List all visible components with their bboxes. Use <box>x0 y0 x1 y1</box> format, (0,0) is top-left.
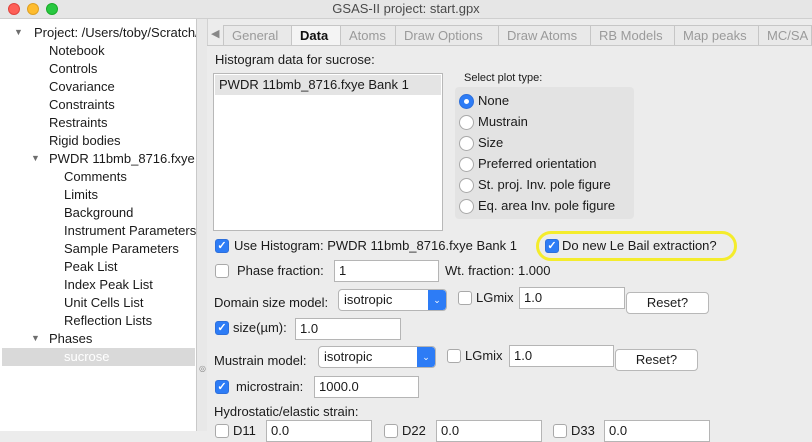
domain-size-model-value: isotropic <box>344 292 393 307</box>
expand-triangle-icon[interactable]: ▼ <box>31 153 40 163</box>
splitter-grip-icon: ◎ <box>199 364 206 373</box>
tree-item-restraints[interactable]: Restraints <box>49 114 108 132</box>
tree-item-covariance[interactable]: Covariance <box>49 78 115 96</box>
mustrain-lgmix-input[interactable]: 1.0 <box>509 345 614 367</box>
expand-triangle-icon[interactable]: ▼ <box>14 27 23 37</box>
tab-mc-sa[interactable]: MC/SA <box>758 25 812 45</box>
title-bar: GSAS-II project: start.gpx <box>0 0 812 19</box>
d11-checkbox[interactable] <box>215 424 229 438</box>
use-histogram-label[interactable]: Use Histogram: PWDR 11bmb_8716.fxye Bank… <box>234 238 534 253</box>
radio-st-proj-pole-figure-label[interactable]: St. proj. Inv. pole figure <box>478 177 611 192</box>
tab-draw-options[interactable]: Draw Options <box>395 25 499 45</box>
d22-checkbox[interactable] <box>384 424 398 438</box>
tree-item-notebook[interactable]: Notebook <box>49 42 105 60</box>
phase-tab-bar: ◀ General Data Atoms Draw Options Draw A… <box>207 24 812 46</box>
data-tree[interactable]: ▼ Project: /Users/toby/Scratch/ Notebook… <box>0 19 197 431</box>
histogram-header: Histogram data for sucrose: <box>215 52 375 67</box>
domain-lgmix-input[interactable]: 1.0 <box>519 287 625 309</box>
tree-item-unit-cells-list[interactable]: Unit Cells List <box>64 294 143 312</box>
tree-item-sample-parameters[interactable]: Sample Parameters <box>64 240 179 258</box>
radio-mustrain-label[interactable]: Mustrain <box>478 114 528 129</box>
tab-map-peaks[interactable]: Map peaks <box>674 25 759 45</box>
size-label[interactable]: size(µm): <box>233 320 287 335</box>
tree-item-sucrose[interactable]: sucrose <box>64 348 110 366</box>
tree-item-phases[interactable]: Phases <box>49 330 92 348</box>
d33-input[interactable]: 0.0 <box>604 420 710 442</box>
radio-none[interactable] <box>459 94 474 109</box>
hydrostatic-strain-label: Hydrostatic/elastic strain: <box>214 404 359 419</box>
radio-none-label[interactable]: None <box>478 93 509 108</box>
domain-reset-button[interactable]: Reset? <box>626 292 709 314</box>
tree-item-comments[interactable]: Comments <box>64 168 127 186</box>
tree-item-project[interactable]: Project: /Users/toby/Scratch/ <box>34 24 196 42</box>
wt-fraction-text: Wt. fraction: 1.000 <box>445 263 551 278</box>
use-histogram-checkbox[interactable]: ✓ <box>215 239 229 253</box>
radio-size[interactable] <box>459 136 474 151</box>
mustrain-model-label: Mustrain model: <box>214 353 307 368</box>
window-title: GSAS-II project: start.gpx <box>332 1 480 16</box>
le-bail-label[interactable]: Do new Le Bail extraction? <box>562 238 717 253</box>
d11-input[interactable]: 0.0 <box>266 420 372 442</box>
chevron-down-icon: ⌄ <box>428 290 446 310</box>
plot-type-label: Select plot type: <box>464 72 543 84</box>
histogram-list-item[interactable]: PWDR 11bmb_8716.fxye Bank 1 <box>215 75 441 95</box>
phase-fraction-input[interactable]: 1 <box>334 260 439 282</box>
radio-st-proj-pole-figure[interactable] <box>459 178 474 193</box>
domain-size-label: Domain size model: <box>214 295 329 310</box>
tab-rb-models[interactable]: RB Models <box>590 25 675 45</box>
tree-item-limits[interactable]: Limits <box>64 186 98 204</box>
tree-item-constraints[interactable]: Constraints <box>49 96 115 114</box>
tree-item-controls[interactable]: Controls <box>49 60 97 78</box>
mustrain-model-value: isotropic <box>324 349 373 364</box>
mustrain-reset-button[interactable]: Reset? <box>615 349 698 371</box>
tree-item-instrument-parameters[interactable]: Instrument Parameters <box>64 222 196 240</box>
expand-triangle-icon[interactable]: ▼ <box>31 333 40 343</box>
tab-data[interactable]: Data <box>291 25 341 45</box>
tree-item-index-peak-list[interactable]: Index Peak List <box>64 276 153 294</box>
mustrain-lgmix-checkbox[interactable] <box>447 349 461 363</box>
tree-item-background[interactable]: Background <box>64 204 133 222</box>
mustrain-lgmix-label[interactable]: LGmix <box>465 348 503 363</box>
tab-general[interactable]: General <box>223 25 292 45</box>
domain-lgmix-label[interactable]: LGmix <box>476 290 514 305</box>
microstrain-checkbox[interactable]: ✓ <box>215 380 229 394</box>
radio-preferred-orientation[interactable] <box>459 157 474 172</box>
microstrain-input[interactable]: 1000.0 <box>314 376 419 398</box>
tab-atoms[interactable]: Atoms <box>340 25 396 45</box>
d22-input[interactable]: 0.0 <box>436 420 542 442</box>
microstrain-label[interactable]: microstrain: <box>236 379 303 394</box>
size-input[interactable]: 1.0 <box>295 318 401 340</box>
domain-size-model-select[interactable]: isotropic ⌄ <box>338 289 447 311</box>
phase-fraction-label[interactable]: Phase fraction: <box>237 263 324 278</box>
radio-preferred-orientation-label[interactable]: Preferred orientation <box>478 156 597 171</box>
tab-scroll-left-icon[interactable]: ◀ <box>211 27 219 40</box>
tree-item-reflection-lists[interactable]: Reflection Lists <box>64 312 152 330</box>
radio-mustrain[interactable] <box>459 115 474 130</box>
radio-size-label[interactable]: Size <box>478 135 503 150</box>
phase-fraction-checkbox[interactable] <box>215 264 229 278</box>
tab-draw-atoms[interactable]: Draw Atoms <box>498 25 591 45</box>
mustrain-model-select[interactable]: isotropic ⌄ <box>318 346 436 368</box>
chevron-down-icon: ⌄ <box>417 347 435 367</box>
d33-checkbox[interactable] <box>553 424 567 438</box>
le-bail-checkbox[interactable]: ✓ <box>545 239 559 253</box>
radio-eq-area-pole-figure-label[interactable]: Eq. area Inv. pole figure <box>478 198 615 213</box>
tree-item-peak-list[interactable]: Peak List <box>64 258 117 276</box>
domain-lgmix-checkbox[interactable] <box>458 291 472 305</box>
histogram-list[interactable]: PWDR 11bmb_8716.fxye Bank 1 <box>213 73 443 231</box>
tree-item-pwdr[interactable]: PWDR 11bmb_8716.fxye <box>49 150 195 168</box>
tree-item-rigid-bodies[interactable]: Rigid bodies <box>49 132 121 150</box>
size-checkbox[interactable]: ✓ <box>215 321 229 335</box>
radio-eq-area-pole-figure[interactable] <box>459 199 474 214</box>
